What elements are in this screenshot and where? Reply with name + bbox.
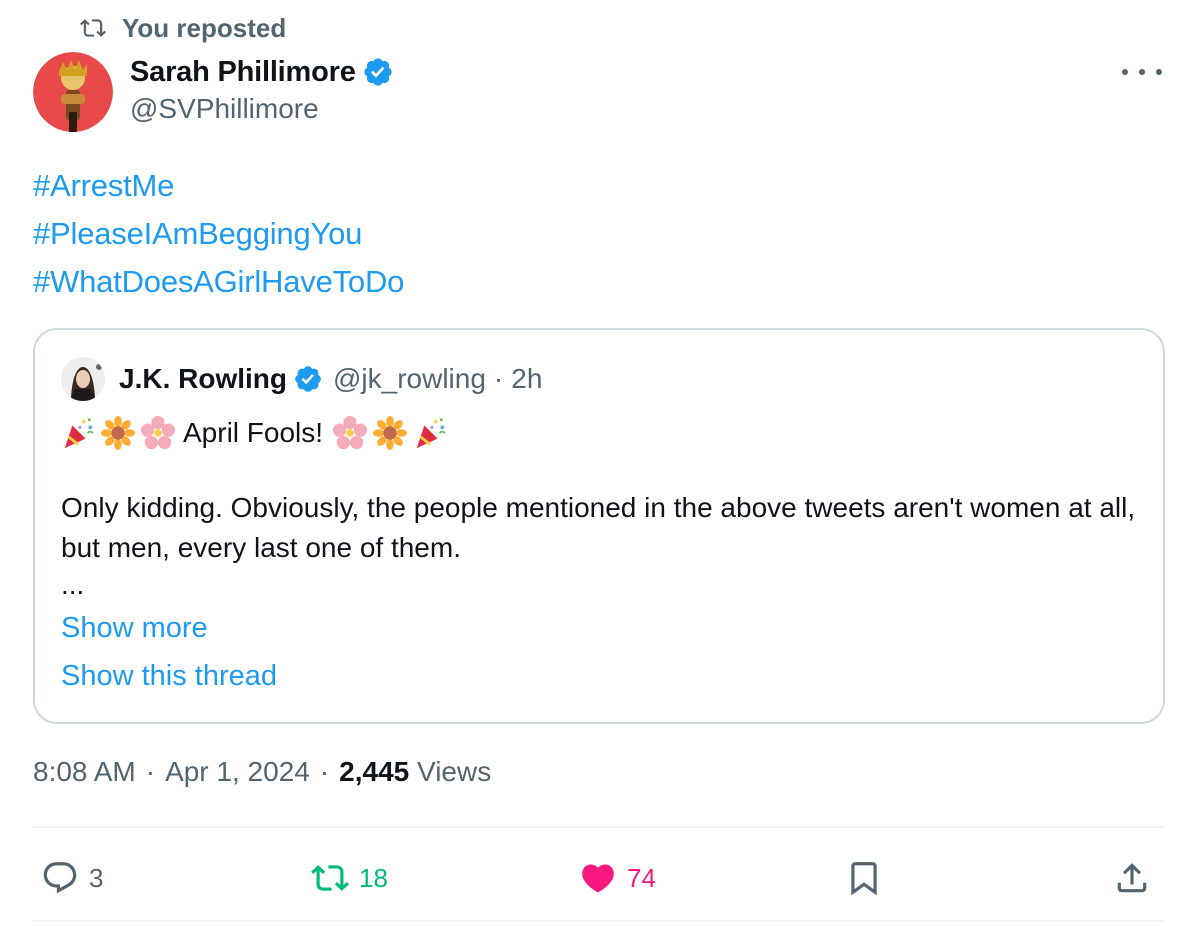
author-block[interactable]: Sarah Phillimore @SVPhillimore [130,52,394,125]
like-heart-icon [582,864,614,893]
author-handle[interactable]: @SVPhillimore [130,93,394,125]
share-icon [1117,863,1147,893]
verified-badge-icon [295,366,321,392]
tweet-text: #ArrestMe #PleaseIAmBeggingYou #WhatDoes… [33,162,404,306]
quoted-tweet-header: J.K. Rowling @jk_rowling · 2h [61,356,542,402]
repost-button[interactable]: 18 [311,852,388,904]
reply-button[interactable]: 3 [41,852,103,904]
author-avatar[interactable] [33,52,113,132]
separator-dot: · [493,363,504,394]
show-more-link[interactable]: Show more [61,612,208,645]
repost-icon [311,865,349,891]
repost-indicator: You reposted [80,12,286,44]
divider [33,826,1165,828]
reply-count: 3 [89,862,104,893]
sunflower-emoji [101,416,135,450]
quoted-author-name[interactable]: J.K. Rowling [119,363,287,395]
hashtag-link[interactable]: #PleaseIAmBeggingYou [33,210,404,258]
views-label: Views [417,756,492,787]
repost-icon [80,19,106,37]
tweet-date[interactable]: Apr 1, 2024 [165,756,310,788]
quoted-headline-text: April Fools! [183,417,324,448]
sunflower-emoji [373,416,408,450]
bookmark-icon [851,862,877,896]
action-bar: 3 18 74 [33,852,1165,904]
cherry-blossom-emoji [141,416,175,450]
repost-label: You reposted [122,12,287,43]
separator-dot: · [145,756,156,787]
quoted-tweet-age[interactable]: 2h [511,363,542,395]
show-thread-link[interactable]: Show this thread [61,660,277,693]
bookmark-button[interactable] [845,852,883,904]
separator-dot: · [319,756,330,787]
author-name[interactable]: Sarah Phillimore [130,56,356,89]
divider [33,920,1165,922]
hashtag-link[interactable]: #WhatDoesAGirlHaveToDo [33,258,404,306]
quoted-tweet-card[interactable]: J.K. Rowling @jk_rowling · 2h April Fool… [33,328,1165,724]
more-icon[interactable] [1122,60,1162,84]
quoted-tweet-headline: April Fools! [61,410,453,456]
verified-badge-icon [364,58,392,86]
party-popper-emoji [416,418,446,449]
like-button[interactable]: 74 [579,852,656,904]
reply-icon [43,862,77,894]
tweet-time[interactable]: 8:08 AM [33,756,136,788]
like-count: 74 [627,862,656,893]
quoted-author-handle[interactable]: @jk_rowling [333,363,486,395]
quoted-author-avatar[interactable] [61,357,105,401]
tweet-meta: 8:08 AM · Apr 1, 2024 · 2,445 Views [33,756,491,788]
repost-count: 18 [359,862,388,893]
quoted-tweet-body: Only kidding. Obviously, the people ment… [61,492,1136,563]
truncation-ellipsis: ... [61,569,85,600]
share-button[interactable] [1113,852,1151,904]
views-count: 2,445 [339,756,410,787]
cherry-blossom-emoji [333,416,368,450]
hashtag-link[interactable]: #ArrestMe [33,162,404,210]
party-popper-emoji [64,418,94,449]
